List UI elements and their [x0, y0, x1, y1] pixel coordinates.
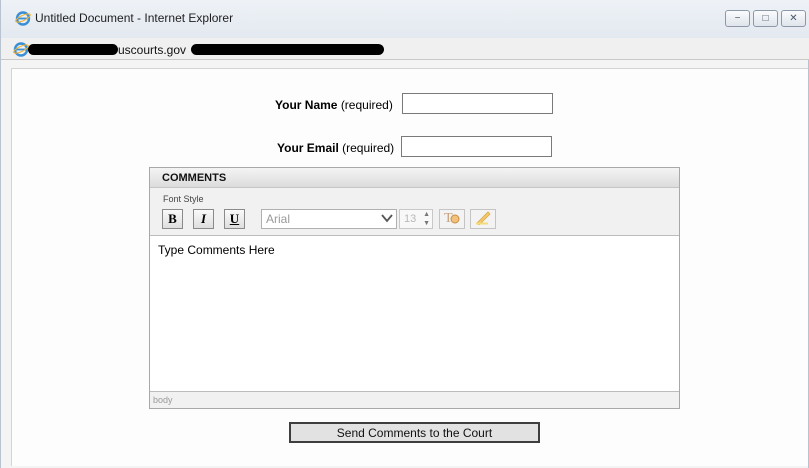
bold-label: B [168, 211, 177, 226]
italic-button[interactable]: I [193, 209, 214, 229]
bold-button[interactable]: B [162, 209, 183, 229]
address-visible-text: uscourts.gov [118, 43, 187, 57]
highlight-button[interactable] [470, 209, 496, 229]
ie-page-icon [13, 41, 29, 57]
comments-textarea[interactable]: Type Comments Here [150, 236, 679, 386]
comments-placeholder-text: Type Comments Here [158, 243, 275, 257]
address-bar[interactable]: uscourts.gov [1, 38, 809, 60]
redaction-block-1 [28, 44, 118, 55]
comments-editor: COMMENTS Font Style B I U Arial 13 ▲ ▼ T… [149, 167, 680, 409]
send-comments-label: Send Comments to the Court [336, 425, 493, 440]
name-label-text: Your Name [275, 98, 338, 112]
browser-window: Untitled Document - Internet Explorer − … [0, 0, 809, 468]
maximize-button[interactable]: □ [753, 10, 778, 27]
text-color-icon: T [443, 209, 461, 230]
title-bar: Untitled Document - Internet Explorer − … [1, 0, 809, 38]
font-family-value: Arial [266, 212, 291, 226]
text-color-button[interactable]: T [439, 209, 465, 229]
name-required-text: (required) [340, 98, 393, 112]
font-size-value: 13 [404, 213, 417, 225]
chevron-down-icon [381, 213, 393, 226]
font-style-label: Font Style [163, 194, 204, 204]
close-button[interactable]: ✕ [781, 10, 806, 27]
comments-header: COMMENTS [150, 168, 679, 188]
email-label: Your Email (required) [277, 141, 394, 155]
highlight-icon [474, 209, 492, 230]
send-comments-button[interactable]: Send Comments to the Court [289, 422, 540, 443]
redaction-block-2 [191, 44, 384, 55]
minimize-button[interactable]: − [725, 10, 750, 27]
email-required-text: (required) [342, 141, 395, 155]
italic-label: I [200, 211, 207, 226]
email-label-text: Your Email [277, 141, 339, 155]
font-family-select[interactable]: Arial [261, 209, 397, 229]
editor-toolbar: Font Style B I U Arial 13 ▲ ▼ T [150, 188, 679, 236]
editor-status-bar: body [150, 391, 679, 408]
underline-button[interactable]: U [224, 209, 245, 229]
spinner-arrows-icon: ▲ ▼ [423, 211, 430, 227]
window-title: Untitled Document - Internet Explorer [35, 11, 234, 25]
window-controls: − □ ✕ [725, 10, 806, 27]
ie-logo-icon [15, 10, 31, 26]
element-path-text: body [153, 395, 173, 405]
email-input[interactable] [401, 136, 552, 157]
name-label: Your Name (required) [275, 98, 393, 112]
underline-label: U [229, 211, 240, 226]
page-content: Your Name (required) Your Email (require… [11, 68, 808, 466]
name-input[interactable] [402, 93, 553, 114]
font-size-stepper[interactable]: 13 ▲ ▼ [399, 209, 433, 229]
